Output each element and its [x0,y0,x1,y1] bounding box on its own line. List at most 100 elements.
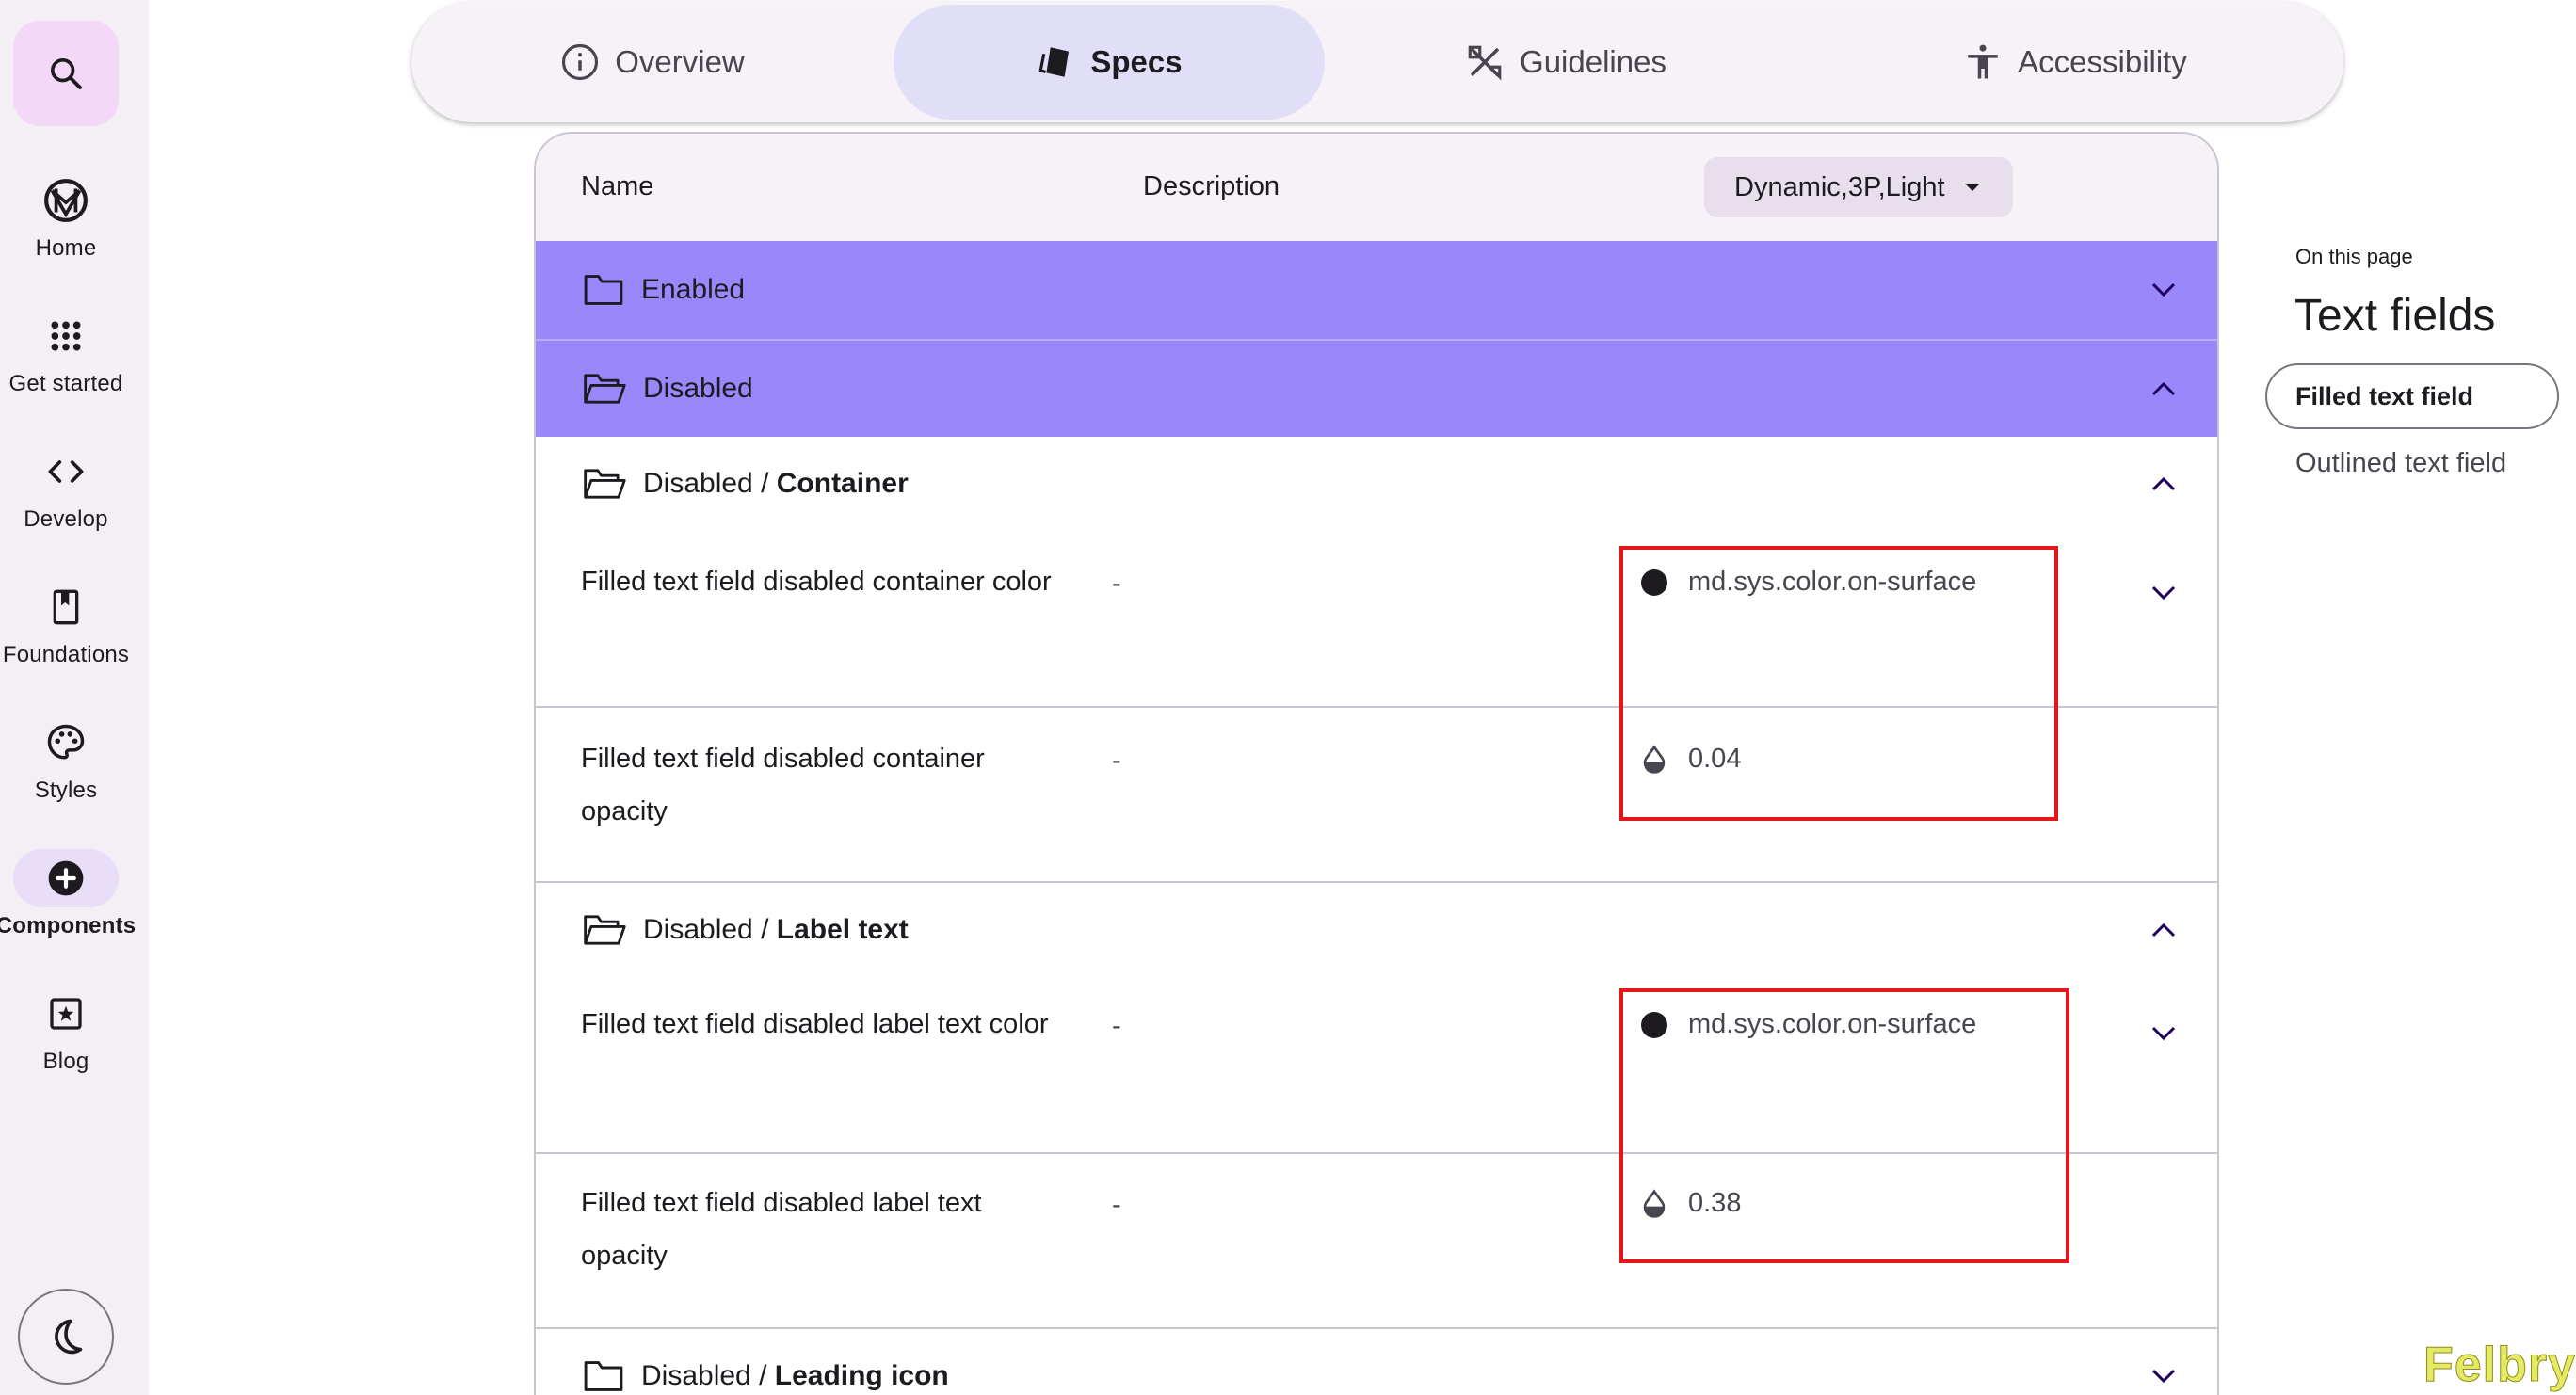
subgroup-row-leading-icon[interactable]: Disabled / Leading icon [536,1329,2217,1395]
token-name: Filled text field disabled container opa… [581,744,985,826]
rail-label-home: Home [35,235,97,261]
token-name: Filled text field disabled label text co… [581,1009,1049,1039]
group-label: Disabled [643,373,753,404]
token-value-text: md.sys.color.on-surface [1688,567,1977,597]
rail-item-styles[interactable]: Styles [0,714,132,836]
rail-label-blog: Blog [42,1049,89,1074]
subgroup-bold: Leading icon [774,1360,949,1391]
tab-label: Overview [615,44,745,79]
token-description: - [1112,569,1121,599]
rail-label-develop: Develop [24,506,108,532]
chevron-down-icon[interactable] [2151,1026,2176,1041]
chevron-down-icon[interactable] [2151,585,2176,601]
subgroup-label: Disabled / Leading icon [641,1360,949,1392]
group-row-enabled[interactable]: Enabled [536,241,2217,339]
tab-bar: Overview Specs Guidelines Accessibility [411,2,2343,122]
on-this-page-label: On this page [2295,245,2413,268]
tab-specs[interactable]: Specs [894,5,1325,120]
chevron-down-icon[interactable] [2151,282,2176,297]
folder-open-icon [584,374,626,404]
apps-grid-icon [51,321,81,351]
folder-icon [584,1361,623,1391]
rail-label-styles: Styles [34,778,98,803]
chevron-down-icon[interactable] [2151,1369,2176,1384]
moon-icon [55,1319,83,1355]
color-swatch-icon [1641,569,1667,596]
rail-item-foundations[interactable]: Foundations [0,578,132,700]
folder-open-icon [584,469,626,499]
chevron-up-icon[interactable] [2151,922,2176,938]
token-value: md.sys.color.on-surface [1641,567,1976,598]
tab-label: Guidelines [1520,44,1666,79]
rail-label-foundations: Foundations [2,642,130,667]
subgroup-bold: Container [776,468,909,499]
search-button[interactable] [13,21,119,126]
chevron-up-icon[interactable] [2151,476,2176,491]
accessibility-icon [1968,44,1998,79]
opacity-icon [1643,744,1666,774]
toc-link-filled-text-field[interactable]: Filled text field [2265,363,2559,429]
star-square-icon [50,998,82,1030]
tab-icon-wrap [1036,42,1075,82]
rail-icon-wrap [13,849,119,907]
palette-icon [47,724,85,760]
folder-open-icon [584,915,626,945]
tab-icon-wrap [1465,42,1505,82]
color-swatch-icon [1641,1011,1667,1038]
dark-mode-toggle[interactable] [18,1289,114,1385]
chevron-up-icon[interactable] [2151,381,2176,396]
group-label: Enabled [641,274,746,305]
subgroup-prefix: Disabled / [641,1360,775,1391]
subgroup-row-label-text[interactable]: Disabled / Label text [536,883,2217,977]
folder-icon [584,275,623,305]
token-name: Filled text field disabled label text op… [581,1188,982,1271]
rail-item-blog[interactable]: Blog [0,985,132,1107]
rail-icon-wrap [13,985,119,1043]
rail-item-get-started[interactable]: Get started [0,307,132,429]
subgroup-prefix: Disabled / [643,468,777,499]
on-this-page-title: Text fields [2294,291,2496,341]
toc-link-outlined-text-field[interactable]: Outlined text field [2295,448,2506,479]
token-value-text: md.sys.color.on-surface [1688,1009,1977,1039]
tab-overview[interactable]: Overview [411,5,894,120]
subgroup-prefix: Disabled / [643,914,777,945]
search-icon [51,58,82,89]
table-header: Name Description Dynamic,3P,Light [536,134,2217,241]
token-name: Filled text field disabled container col… [581,567,1052,597]
rail-label-get-started: Get started [8,371,123,396]
tab-icon-wrap [1963,42,2003,82]
column-header-name: Name [581,171,654,201]
subgroup-bold: Label text [776,914,909,945]
rail-item-components[interactable]: Components [0,849,136,971]
dropdown-arrow-icon [1964,184,1980,191]
subgroup-row-container[interactable]: Disabled / Container [536,437,2217,531]
specs-icon [1038,47,1070,77]
table-row: Filled text field disabled container opa… [536,706,2217,881]
rail-item-develop[interactable]: Develop [0,442,132,565]
subgroup-label: Disabled / Container [643,468,909,500]
tab-guidelines[interactable]: Guidelines [1325,5,1807,120]
rail-icon-wrap [13,307,119,365]
specs-table: Name Description Dynamic,3P,Light Enable… [534,132,2219,1395]
bookmark-book-icon [53,589,79,625]
group-row-disabled[interactable]: Disabled [536,339,2217,437]
add-circle-icon [48,860,84,896]
tab-icon-wrap [560,42,600,82]
tab-label: Specs [1090,44,1183,79]
theme-dropdown[interactable]: Dynamic,3P,Light [1704,157,2013,217]
rail-icon-wrap [13,714,119,772]
rail-item-home[interactable]: Home [0,171,132,294]
info-icon [562,43,599,81]
rail-icon-wrap [13,442,119,501]
navigation-rail: Home Get started Develop Foundations Sty… [0,0,149,1395]
column-header-description: Description [1143,171,1280,201]
token-value: md.sys.color.on-surface [1641,1009,1976,1040]
guidelines-icon [1468,45,1502,81]
tab-accessibility[interactable]: Accessibility [1807,5,2343,120]
token-description: - [1112,1011,1121,1041]
token-description: - [1112,746,1121,776]
theme-dropdown-value: Dynamic,3P,Light [1734,171,1945,202]
table-row: Filled text field disabled label text co… [536,977,2217,1152]
token-description: - [1112,1190,1121,1220]
token-value-text: 0.38 [1688,1188,1742,1218]
